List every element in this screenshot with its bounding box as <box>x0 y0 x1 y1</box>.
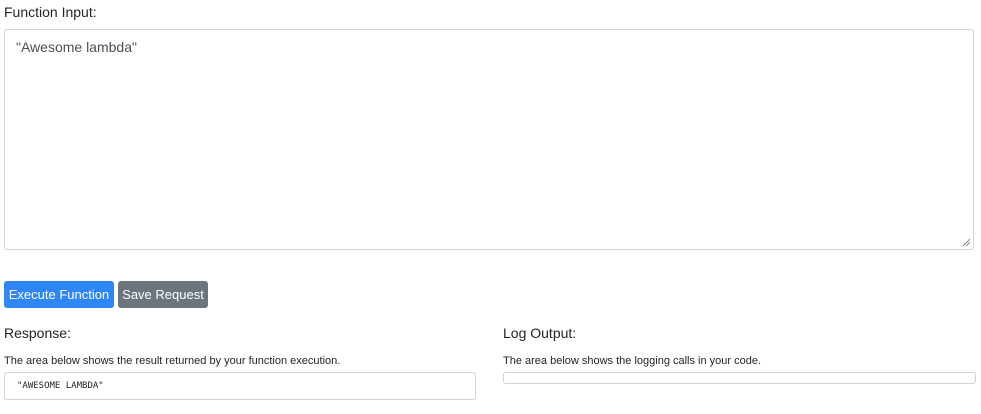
execute-function-button[interactable]: Execute Function <box>4 281 114 308</box>
function-input-label: Function Input: <box>4 4 97 20</box>
function-input-value: "Awesome lambda" <box>16 39 137 55</box>
response-output: "AWESOME LAMBDA" <box>4 372 476 400</box>
response-help-text: The area below shows the result returned… <box>4 355 341 367</box>
log-output-help-text: The area below shows the logging calls i… <box>503 355 762 367</box>
function-input-textarea[interactable]: "Awesome lambda" <box>4 29 974 250</box>
response-label: Response: <box>4 325 71 341</box>
save-request-button[interactable]: Save Request <box>118 281 208 308</box>
log-output-box <box>503 372 976 384</box>
resize-grip-icon[interactable] <box>961 237 971 247</box>
log-output-label: Log Output: <box>503 325 577 341</box>
